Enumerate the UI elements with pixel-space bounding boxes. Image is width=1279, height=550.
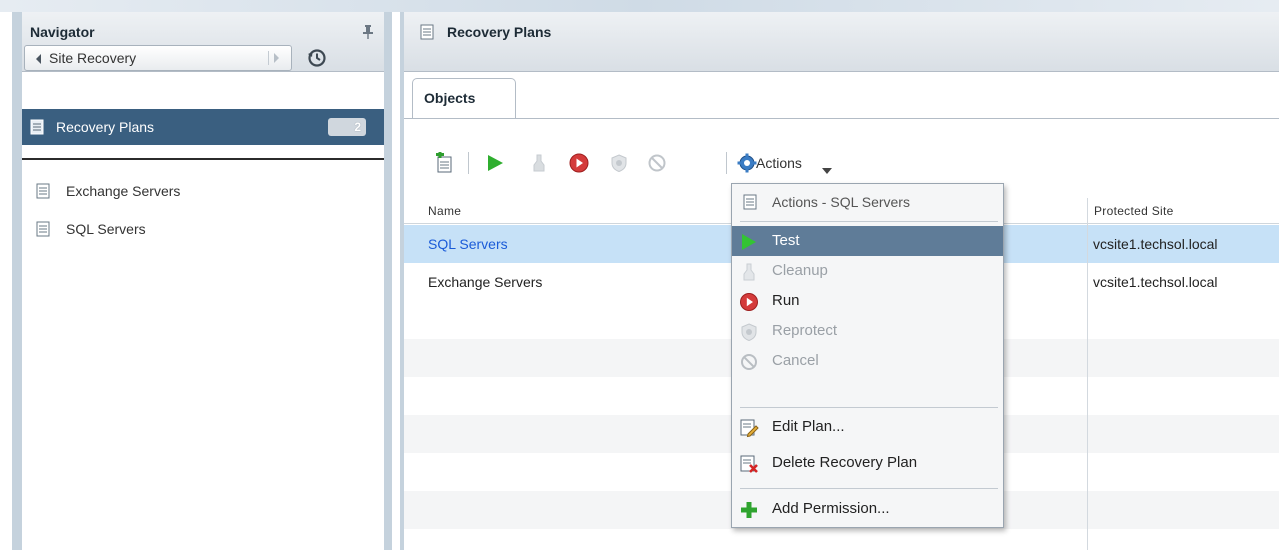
actions-context-menu: Actions - SQL Servers Test Cleanup Run R… xyxy=(731,183,1004,528)
cleanup-icon[interactable] xyxy=(528,152,550,174)
nav-item-recovery-plans[interactable]: Recovery Plans 2 xyxy=(22,109,384,145)
tab-objects[interactable]: Objects xyxy=(412,78,516,118)
menu-item-cleanup[interactable]: Cleanup xyxy=(732,256,1003,286)
menu-item-label: Run xyxy=(772,292,800,309)
recovery-plan-icon xyxy=(30,119,44,135)
menu-item-run[interactable]: Run xyxy=(732,286,1003,316)
protected-site-cell: vcsite1.techsol.local xyxy=(1093,236,1218,252)
cleanup-icon xyxy=(739,262,759,282)
recovery-plan-icon xyxy=(420,24,434,40)
navigator-title: Navigator xyxy=(30,24,95,40)
edit-icon xyxy=(739,418,759,438)
navigator-panel: Navigator Site Recovery Recovery Plans 2 xyxy=(12,12,392,550)
recovery-plan-icon xyxy=(36,183,50,199)
pin-icon[interactable] xyxy=(360,24,376,40)
plan-name-cell[interactable]: SQL Servers xyxy=(428,235,508,253)
toolbar-separator xyxy=(468,152,469,174)
menu-divider xyxy=(740,488,998,489)
nav-item-label: Exchange Servers xyxy=(66,183,181,199)
nav-item-exchange-servers[interactable]: Exchange Servers xyxy=(22,179,384,203)
column-header-name[interactable]: Name xyxy=(428,202,461,220)
column-divider[interactable] xyxy=(1087,198,1088,550)
main-header: Recovery Plans xyxy=(404,12,1279,72)
nav-item-sql-servers[interactable]: SQL Servers xyxy=(22,217,384,241)
nav-item-label: SQL Servers xyxy=(66,221,146,237)
play-icon[interactable] xyxy=(484,152,506,174)
column-header-protected-site[interactable]: Protected Site xyxy=(1094,202,1174,220)
run-icon xyxy=(739,292,759,312)
shield-icon[interactable] xyxy=(608,152,630,174)
menu-divider xyxy=(740,407,998,408)
tab-label: Objects xyxy=(424,90,476,106)
menu-item-cancel[interactable]: Cancel xyxy=(732,346,1003,376)
page-title: Recovery Plans xyxy=(447,24,552,40)
add-icon xyxy=(739,500,759,520)
breadcrumb[interactable]: Site Recovery xyxy=(24,45,292,71)
menu-item-delete-recovery-plan[interactable]: Delete Recovery Plan xyxy=(732,448,1003,478)
menu-item-edit-plan[interactable]: Edit Plan... xyxy=(732,412,1003,442)
divider xyxy=(22,158,384,160)
toolbar: Actions xyxy=(404,148,1279,178)
menu-item-label: Delete Recovery Plan xyxy=(772,454,918,471)
menu-item-test[interactable]: Test xyxy=(732,226,1003,256)
forward-arrow-icon[interactable] xyxy=(268,51,282,65)
menu-item-label: Cancel xyxy=(772,352,819,369)
chevron-down-icon xyxy=(822,161,832,174)
gear-icon xyxy=(736,152,758,174)
play-icon xyxy=(739,232,759,252)
menu-item-reprotect[interactable]: Reprotect xyxy=(732,316,1003,346)
toolbar-separator xyxy=(726,152,727,174)
menu-item-label: Reprotect xyxy=(772,322,838,339)
menu-item-label: Add Permission... xyxy=(772,500,890,517)
menu-item-label: Edit Plan... xyxy=(772,418,845,435)
breadcrumb-label: Site Recovery xyxy=(49,50,137,66)
new-plan-icon[interactable] xyxy=(434,151,456,174)
history-icon[interactable] xyxy=(306,47,328,69)
count-badge: 2 xyxy=(328,118,366,136)
recovery-plan-icon xyxy=(743,194,757,210)
back-arrow-icon[interactable] xyxy=(33,52,45,64)
window-top-strip xyxy=(0,0,1279,12)
plan-name-cell[interactable]: Exchange Servers xyxy=(428,273,542,291)
menu-divider xyxy=(740,221,998,222)
navigator-header: Navigator Site Recovery xyxy=(22,12,384,72)
menu-title-label: Actions - SQL Servers xyxy=(772,194,910,210)
shield-icon xyxy=(739,322,759,342)
menu-item-label: Test xyxy=(772,232,800,249)
cancel-icon xyxy=(739,352,759,372)
cancel-icon[interactable] xyxy=(646,152,668,174)
menu-item-label: Cleanup xyxy=(772,262,828,279)
delete-icon xyxy=(739,454,759,474)
protected-site-cell: vcsite1.techsol.local xyxy=(1093,274,1218,290)
menu-title: Actions - SQL Servers xyxy=(732,189,1003,215)
tab-underline xyxy=(404,118,1279,119)
nav-item-label: Recovery Plans xyxy=(56,119,155,135)
run-icon[interactable] xyxy=(568,152,590,174)
actions-label: Actions xyxy=(756,155,802,171)
menu-item-add-permission[interactable]: Add Permission... xyxy=(732,494,1003,524)
recovery-plan-icon xyxy=(36,221,50,237)
